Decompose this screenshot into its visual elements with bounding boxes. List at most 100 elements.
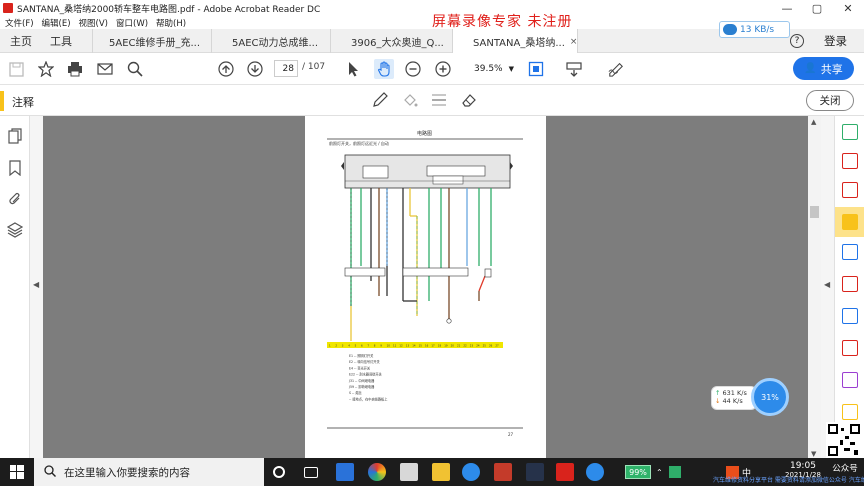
scroll-down-icon[interactable]: ▼ [811, 450, 816, 458]
task-view-icon[interactable] [304, 467, 318, 478]
comment-toolbar: 注释 [0, 85, 864, 116]
download-speed: ↓ 44 K/s [715, 397, 753, 405]
tab-home[interactable]: 主页 [10, 29, 32, 53]
pdf-page: 电路图 前照灯开关，前照灯远近光 / 自动 1 2 3 4 5 6 7 8 9 … [305, 116, 546, 460]
legend-line: E1 -- 照明灯开关 [349, 353, 374, 358]
cortana-icon[interactable] [273, 466, 285, 478]
select-arrow-icon[interactable] [345, 61, 361, 77]
file-explorer-icon[interactable] [432, 463, 450, 481]
organize-pages-icon[interactable] [842, 182, 858, 198]
cpu-usage: 31% [761, 392, 779, 402]
strip-number: 11 [393, 344, 397, 348]
taskbar-search-box[interactable]: 在这里输入你要搜索的内容 [34, 458, 264, 486]
isp-app-icon[interactable] [336, 463, 354, 481]
tab-doc-2[interactable]: 5AEC动力总成维... [211, 29, 330, 53]
compress-pdf-icon[interactable] [842, 340, 858, 356]
share-button[interactable]: 👤 共享 [793, 57, 854, 80]
tab-tools[interactable]: 工具 [50, 29, 72, 53]
wiring-diagram: 电路图 前照灯开关，前照灯远近光 / 自动 1 2 3 4 5 6 7 8 9 … [327, 130, 523, 437]
zoom-out-icon[interactable] [405, 61, 421, 77]
share-label: 共享 [820, 62, 843, 76]
powerpoint-icon[interactable] [494, 463, 512, 481]
bookmark-icon[interactable] [7, 160, 23, 177]
strip-number: 10 [387, 344, 391, 348]
fill-icon[interactable] [402, 92, 418, 108]
save-icon[interactable] [8, 61, 24, 77]
comment-marker [0, 91, 4, 111]
windows-start-icon[interactable] [10, 465, 24, 479]
speed-app-icon[interactable] [586, 463, 604, 481]
scrollbar-thumb[interactable] [810, 206, 819, 218]
edit-pdf-icon[interactable] [842, 276, 858, 292]
clock-time: 19:05 [789, 461, 816, 471]
zoom-select[interactable]: 39.5% ▼ [466, 60, 514, 77]
print-icon[interactable] [67, 61, 83, 77]
chrome-icon[interactable] [368, 463, 386, 481]
cloud-app-icon[interactable] [462, 463, 480, 481]
fit-page-icon[interactable] [528, 61, 544, 77]
strip-number: 17 [431, 344, 435, 348]
scroll-mode-icon[interactable] [566, 61, 582, 77]
media-app-icon[interactable] [526, 463, 544, 481]
close-comment-button[interactable]: 关闭 [806, 90, 854, 111]
menu-file[interactable]: 文件(F) [5, 17, 34, 29]
scroll-up-icon[interactable]: ▲ [811, 118, 816, 126]
cpu-ball[interactable]: 31% [751, 378, 789, 416]
upload-speed: ↑ 631 K/s [715, 389, 753, 397]
battery-indicator[interactable]: 99% [625, 465, 651, 479]
tray-arrow-icon[interactable]: ⌃ [656, 468, 663, 477]
menu-help[interactable]: 帮助(H) [156, 17, 186, 29]
tab-doc-4-active[interactable]: SANTANA_桑塔纳... × [452, 29, 578, 54]
pages-thumbnail-icon[interactable] [7, 128, 23, 144]
email-icon[interactable] [97, 61, 113, 77]
acrobat-app-icon [3, 3, 13, 13]
search-icon[interactable] [127, 61, 143, 77]
attachment-icon[interactable] [7, 191, 23, 207]
bookmark-star-icon[interactable] [38, 61, 54, 77]
help-button[interactable]: ? [790, 34, 804, 48]
export-pdf-icon[interactable] [842, 124, 858, 140]
main-toolbar [0, 53, 864, 85]
menu-edit[interactable]: 编辑(E) [42, 17, 71, 29]
send-review-icon[interactable] [842, 244, 858, 260]
eraser-icon[interactable] [461, 92, 477, 108]
fill-sign-icon[interactable] [842, 372, 858, 388]
lines-icon[interactable] [431, 92, 447, 108]
more-tools-icon[interactable] [842, 404, 858, 420]
strip-number: 26 [489, 344, 493, 348]
speed-monitor-widget[interactable]: ↑ 631 K/s ↓ 44 K/s 31% [711, 378, 791, 416]
calculator-icon[interactable] [400, 463, 418, 481]
menu-window[interactable]: 窗口(W) [116, 17, 148, 29]
strip-number: 12 [399, 344, 403, 348]
tab-doc-1[interactable]: 5AEC维修手册_充... [92, 29, 211, 53]
menu-view[interactable]: 视图(V) [79, 17, 108, 29]
layers-icon[interactable] [6, 222, 24, 238]
pen-icon[interactable] [372, 92, 388, 108]
sign-icon[interactable] [608, 61, 624, 77]
zoom-in-icon[interactable] [435, 61, 451, 77]
tab-doc-3[interactable]: 3906_大众奥迪_Q... [330, 29, 452, 53]
minimize-button[interactable]: — [773, 0, 801, 16]
create-pdf-icon[interactable] [842, 153, 858, 169]
left-panel-toggle[interactable]: ◀ [30, 116, 43, 460]
tab-close-icon[interactable]: × [570, 37, 577, 47]
zoom-value: 39.5% [474, 63, 503, 74]
protect-icon[interactable] [842, 308, 858, 324]
legend-line: -- 接地点，在中央线路板上 [349, 396, 388, 401]
page-number-input[interactable]: 28 [274, 60, 298, 77]
vertical-scrollbar[interactable]: ▲ ▼ [808, 116, 821, 460]
login-link[interactable]: 登录 [824, 33, 847, 49]
comment-tool-icon[interactable] [842, 214, 858, 230]
page-up-icon[interactable] [218, 61, 234, 77]
strip-number: 14 [412, 344, 416, 348]
acrobat-taskbar-icon[interactable] [556, 463, 574, 481]
page-down-icon[interactable] [247, 61, 263, 77]
window-title: SANTANA_桑塔纳2000轿车整车电路图.pdf - Adobe Acrob… [17, 4, 321, 15]
bottom-ticker: 汽车维修资料分享平台 需要资料请添加微信公众号 汽车维修资料分享 [713, 477, 864, 484]
hand-icon[interactable] [374, 59, 394, 79]
strip-number: 15 [419, 344, 423, 348]
tray-app-icon[interactable] [668, 466, 681, 478]
right-panel-toggle[interactable]: ◀ [821, 116, 834, 460]
maximize-button[interactable]: ▢ [803, 0, 831, 16]
close-window-button[interactable]: ✕ [834, 0, 862, 16]
